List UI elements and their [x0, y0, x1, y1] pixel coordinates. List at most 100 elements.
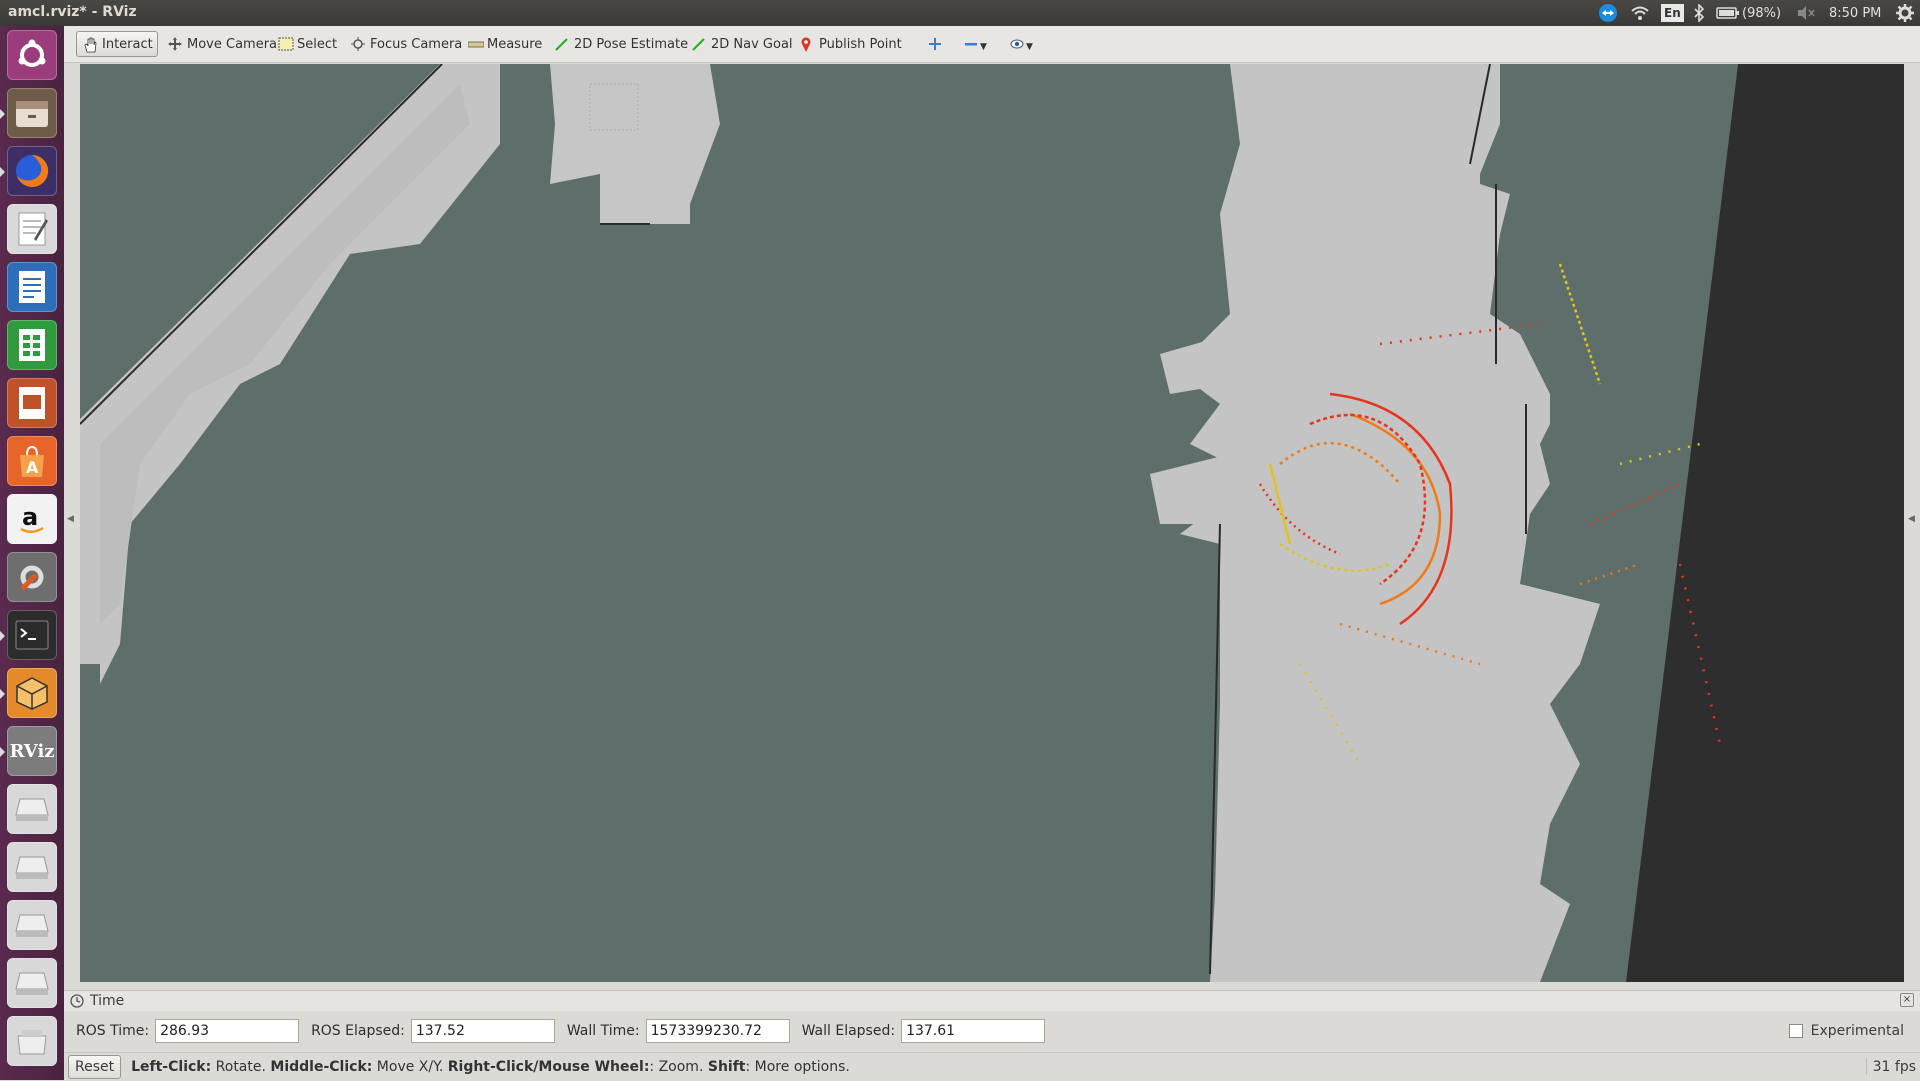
running-indicator	[0, 109, 5, 119]
unity-launcher: A a RViz	[0, 26, 64, 1080]
experimental-label: Experimental	[1810, 1023, 1904, 1039]
help-right-click-action: : Zoom.	[649, 1059, 708, 1075]
map-free-room	[550, 64, 720, 224]
nav-goal-tool-button[interactable]: 2D Nav Goal	[686, 31, 799, 57]
system-settings-icon[interactable]	[7, 552, 57, 602]
software-center-icon[interactable]: A	[7, 436, 57, 486]
text-editor-icon[interactable]	[7, 204, 57, 254]
help-middle-click-action: Move X/Y.	[372, 1059, 448, 1075]
select-tool-button[interactable]: Select	[272, 31, 343, 57]
help-left-click: Left-Click:	[131, 1059, 212, 1075]
time-panel-header: Time ×	[64, 990, 1920, 1011]
drive-icon[interactable]	[7, 842, 57, 892]
experimental-checkbox[interactable]	[1788, 1024, 1803, 1038]
focus-icon	[351, 37, 365, 51]
ruler-icon	[467, 37, 485, 51]
tool-properties-button[interactable]: ▼	[1004, 31, 1039, 57]
window-title: amcl.rviz* - RViz	[8, 4, 137, 20]
remove-tool-button[interactable]: ▼	[958, 31, 993, 57]
files-icon[interactable]	[7, 88, 57, 138]
svg-text:A: A	[26, 458, 39, 477]
impress-icon[interactable]	[7, 378, 57, 428]
chevron-down-icon: ▼	[980, 42, 987, 52]
add-tool-button[interactable]	[922, 31, 948, 57]
running-indicator	[0, 631, 5, 641]
wall-elapsed-field[interactable]: 137.61	[901, 1019, 1046, 1043]
publish-point-tool-button[interactable]: Publish Point	[794, 31, 908, 57]
ros-time-label: ROS Time:	[76, 1023, 150, 1039]
clock[interactable]: 8:50 PM	[1829, 3, 1881, 23]
expand-right-icon: ◀	[1908, 514, 1915, 524]
running-indicator	[0, 689, 5, 699]
close-icon[interactable]: ×	[1900, 993, 1914, 1007]
drive-icon[interactable]	[7, 900, 57, 950]
help-right-click: Right-Click/Mouse Wheel:	[447, 1059, 650, 1075]
green-arrow-icon	[692, 37, 706, 51]
wall-time-field[interactable]: 1573399230.72	[645, 1019, 790, 1043]
ubuntu-dash-icon[interactable]	[7, 30, 57, 80]
map-pin-icon	[800, 37, 814, 52]
keyboard-layout-indicator[interactable]: En	[1661, 4, 1684, 22]
amazon-icon[interactable]: a	[7, 494, 57, 544]
hand-icon	[83, 37, 97, 53]
fps-counter: 31 fps	[1865, 1059, 1916, 1075]
left-dock-handle[interactable]: ◀	[64, 64, 78, 982]
trash-icon[interactable]	[7, 1016, 57, 1066]
occupancy-grid-map	[80, 64, 1904, 982]
3d-render-viewport[interactable]	[80, 64, 1904, 982]
time-panel: ROS Time: 286.93 ROS Elapsed: 137.52 Wal…	[64, 1014, 1920, 1048]
ros-time-field[interactable]: 286.93	[155, 1019, 300, 1043]
help-middle-click: Middle-Click:	[270, 1059, 373, 1075]
calc-icon[interactable]	[7, 320, 57, 370]
battery-icon	[1716, 7, 1739, 19]
interact-tool-button[interactable]: Interact	[76, 31, 158, 57]
wall-elapsed-label: Wall Elapsed:	[801, 1023, 896, 1039]
battery-percent: (98%)	[1742, 5, 1782, 21]
right-dock-handle[interactable]: ◀	[1905, 64, 1919, 982]
ros-elapsed-label: ROS Elapsed:	[311, 1023, 405, 1039]
ros-elapsed-field[interactable]: 137.52	[410, 1019, 555, 1043]
wifi-icon[interactable]	[1630, 3, 1650, 23]
map-free-main-corridor-left2	[1150, 454, 1230, 524]
move-camera-tool-button[interactable]: Move Camera	[162, 31, 283, 57]
measure-label: Measure	[487, 36, 543, 52]
reset-button[interactable]: Reset	[68, 1055, 122, 1079]
svg-text:a: a	[22, 503, 38, 531]
writer-icon[interactable]	[7, 262, 57, 312]
help-shift-action: : More options.	[745, 1059, 850, 1075]
battery-indicator[interactable]: (98%)	[1716, 3, 1781, 23]
pose-estimate-tool-button[interactable]: 2D Pose Estimate	[549, 31, 694, 57]
focus-camera-tool-button[interactable]: Focus Camera	[345, 31, 468, 57]
firefox-icon[interactable]	[7, 146, 57, 196]
wall-time-label: Wall Time:	[566, 1023, 640, 1039]
drive-icon[interactable]	[7, 784, 57, 834]
top-panel: amcl.rviz* - RViz En (98%) 8:50 PM	[0, 0, 1920, 26]
rviz-toolbar: Interact Move Camera Select Focus Camera…	[64, 26, 1920, 63]
virtualbox-icon[interactable]	[7, 668, 57, 718]
move-camera-label: Move Camera	[187, 36, 278, 52]
rviz-icon-label: RViz	[9, 740, 55, 762]
help-shift: Shift	[707, 1059, 746, 1075]
expand-left-icon: ◀	[67, 514, 74, 524]
publish-point-label: Publish Point	[819, 36, 902, 52]
measure-tool-button[interactable]: Measure	[462, 31, 548, 57]
clock-icon	[70, 994, 84, 1008]
pose-estimate-label: 2D Pose Estimate	[574, 36, 689, 52]
running-indicator	[0, 167, 5, 177]
drive-icon[interactable]	[7, 958, 57, 1008]
help-left-click-action: Rotate.	[211, 1059, 271, 1075]
green-arrow-icon	[555, 37, 569, 51]
map-free-main-corridor-left	[1160, 334, 1230, 394]
volume-muted-icon[interactable]	[1796, 3, 1816, 23]
rviz-icon[interactable]: RViz	[7, 726, 57, 776]
nav-goal-label: 2D Nav Goal	[711, 36, 793, 52]
select-label: Select	[297, 36, 338, 52]
status-help-text: Left-Click: Rotate. Middle-Click: Move X…	[131, 1059, 850, 1075]
minus-icon	[964, 37, 978, 51]
gear-icon[interactable]	[1896, 3, 1914, 23]
chevron-down-icon: ▼	[1026, 42, 1033, 52]
running-indicator	[0, 747, 5, 757]
bluetooth-icon[interactable]	[1693, 3, 1705, 23]
teamviewer-icon[interactable]	[1598, 3, 1618, 23]
terminal-icon[interactable]	[7, 610, 57, 660]
